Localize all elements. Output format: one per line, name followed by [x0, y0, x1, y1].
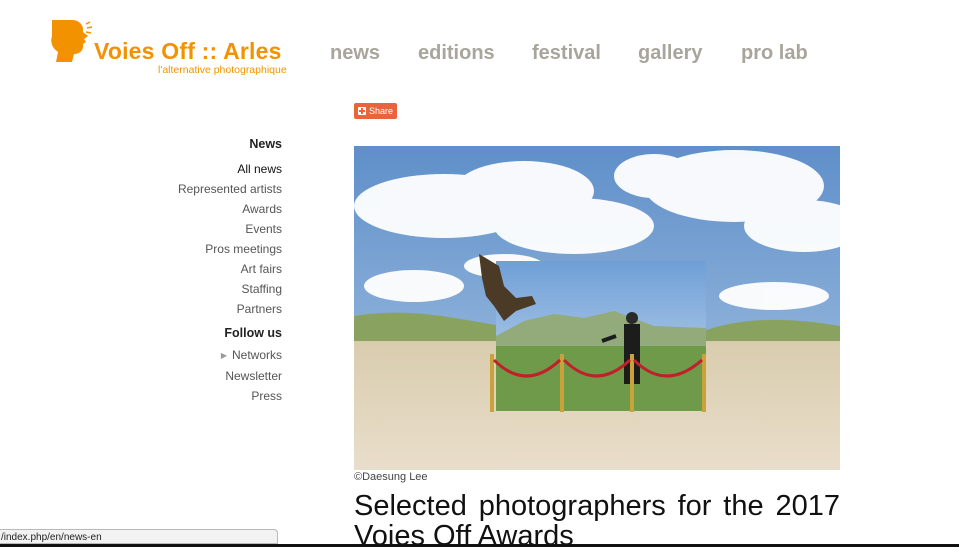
nav-festival[interactable]: festival [532, 42, 601, 65]
sidebar: News All news Represented artists Awards… [178, 134, 282, 406]
article-photo[interactable] [354, 146, 840, 470]
photo-illustration [354, 146, 840, 470]
article-title-line1[interactable]: Selected photographers for the 2017 [354, 491, 840, 521]
photo-credit: ©Daesung Lee [354, 471, 428, 483]
nav-pro-lab[interactable]: pro lab [741, 42, 808, 65]
nav-editions[interactable]: editions [418, 42, 495, 65]
sidebar-item-awards[interactable]: Awards [178, 199, 282, 219]
brand-tagline: l'alternative photographique [158, 64, 287, 76]
share-button[interactable]: Share [354, 103, 397, 119]
share-label: Share [368, 106, 394, 116]
sidebar-item-partners[interactable]: Partners [178, 299, 282, 319]
triangle-right-icon: ▶ [220, 351, 227, 360]
sidebar-item-networks[interactable]: ▶ Networks [178, 345, 282, 366]
sidebar-item-events[interactable]: Events [178, 219, 282, 239]
sidebar-item-pros-meetings[interactable]: Pros meetings [178, 239, 282, 259]
sidebar-heading-news: News [249, 137, 282, 151]
sidebar-heading-follow-us: Follow us [224, 326, 282, 340]
sidebar-item-newsletter[interactable]: Newsletter [178, 366, 282, 386]
sidebar-item-art-fairs[interactable]: Art fairs [178, 259, 282, 279]
sidebar-item-press[interactable]: Press [178, 386, 282, 406]
sidebar-item-staffing[interactable]: Staffing [178, 279, 282, 299]
browser-status-bar: /index.php/en/news-en [0, 529, 278, 544]
sidebar-item-networks-label: Networks [231, 348, 282, 362]
plus-icon [357, 107, 366, 115]
nav-news[interactable]: news [330, 42, 380, 65]
profile-head-icon [51, 20, 92, 62]
brand-name: Voies Off :: Arles [94, 38, 282, 64]
site-logo[interactable]: Voies Off :: Arles l'alternative photogr… [50, 16, 290, 78]
sidebar-item-all-news[interactable]: All news [178, 159, 282, 179]
sidebar-item-represented-artists[interactable]: Represented artists [178, 179, 282, 199]
nav-gallery[interactable]: gallery [638, 42, 702, 65]
